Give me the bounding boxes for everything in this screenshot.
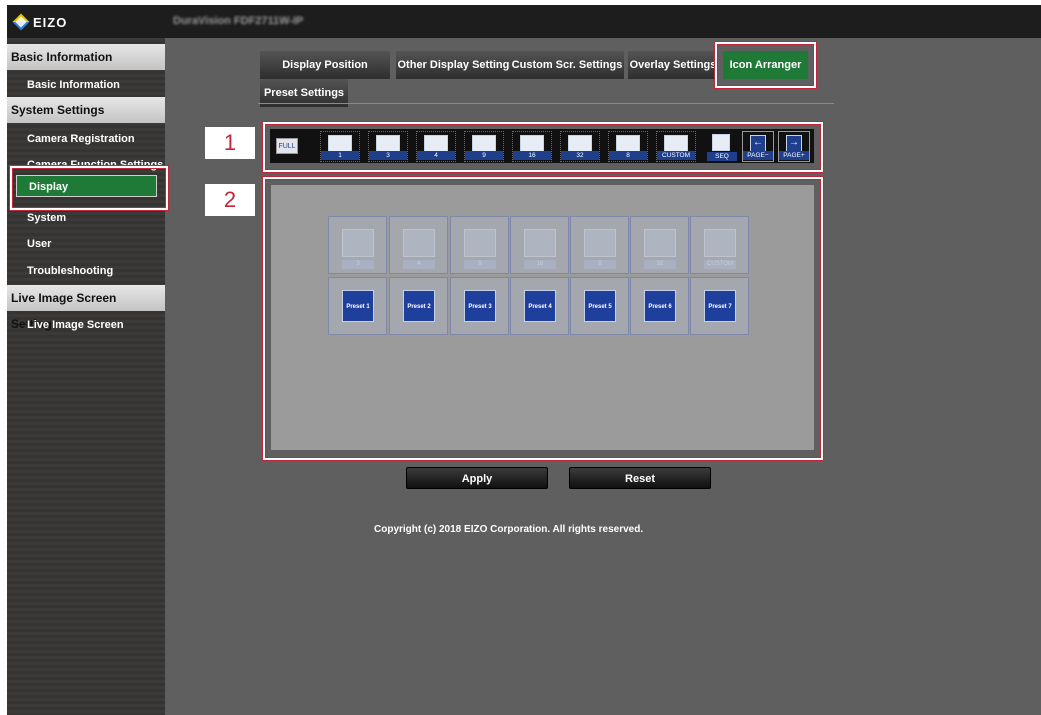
layout-1-icon [328, 135, 352, 152]
top-bar: EIZO DuraVision FDF2711W-IP [7, 5, 1041, 38]
arranger-tile[interactable]: Preset 4 [510, 277, 569, 335]
logo-text: EIZO [33, 14, 68, 30]
eizo-diamond-icon [12, 13, 30, 31]
callout-1: 1 [205, 127, 255, 159]
sidebar-item-basic-information[interactable]: Basic Information [27, 79, 120, 91]
seq-button[interactable]: SEQ [707, 131, 737, 162]
icon-arranger-canvas[interactable]: 3 4 9 16 8 32 CUSTOM Preset 1 Preset 2 P… [271, 185, 814, 450]
layout-8-icon [584, 229, 616, 257]
sidebar: Basic Information Basic Information Syst… [7, 38, 165, 715]
layout-1-button[interactable]: 1 [320, 131, 360, 162]
eizo-logo: EIZO [12, 11, 68, 33]
icon-arranger-highlight-box [717, 44, 814, 86]
preset-5-button[interactable]: Preset 5 [584, 290, 616, 322]
sidebar-item-troubleshooting[interactable]: Troubleshooting [27, 265, 113, 277]
layout-4-button[interactable]: 4 [416, 131, 456, 162]
tab-other-display-settings[interactable]: Other Display Settings [396, 51, 517, 79]
arranger-tile[interactable]: 9 [450, 216, 509, 274]
layout-4-icon [403, 229, 435, 257]
layout-9-button[interactable]: 9 [464, 131, 504, 162]
arranger-tile[interactable]: Preset 3 [450, 277, 509, 335]
arranger-tile[interactable]: 3 [328, 216, 387, 274]
layout-custom-icon [664, 135, 688, 152]
arranger-tile[interactable]: Preset 6 [630, 277, 689, 335]
preset-6-button[interactable]: Preset 6 [644, 290, 676, 322]
tab-custom-scr-settings[interactable]: Custom Scr. Settings [510, 51, 624, 79]
arrow-right-icon: → [786, 135, 802, 152]
layout-16-button[interactable]: 16 [512, 131, 552, 162]
layout-toolbar: FULL 1 3 4 9 16 32 8 CUSTOM SEQ ← PAGE− →… [270, 129, 814, 163]
layout-3-button[interactable]: 3 [368, 131, 408, 162]
layout-9-icon [464, 229, 496, 257]
sidebar-item-user[interactable]: User [27, 238, 51, 250]
sidebar-item-system[interactable]: System [27, 212, 66, 224]
layout-16-icon [524, 229, 556, 257]
preset-3-button[interactable]: Preset 3 [464, 290, 496, 322]
arranger-tile[interactable]: 4 [389, 216, 448, 274]
sidebar-section-live-image-screen-settings: Live Image Screen Settings [7, 285, 165, 331]
preset-2-button[interactable]: Preset 2 [403, 290, 435, 322]
layout-32-icon [568, 135, 592, 152]
reset-button[interactable]: Reset [569, 467, 711, 489]
preset-1-button[interactable]: Preset 1 [342, 290, 374, 322]
tab-overlay-settings[interactable]: Overlay Settings [628, 51, 718, 79]
full-button[interactable]: FULL [276, 138, 298, 154]
tab-display-position-settings[interactable]: Display Position Settings [260, 51, 390, 99]
callout-2: 2 [205, 184, 255, 216]
display-highlight-box [12, 168, 166, 208]
layout-32-icon [644, 229, 676, 257]
arranger-tile[interactable]: Preset 2 [389, 277, 448, 335]
arranger-tile[interactable]: Preset 1 [328, 277, 387, 335]
preset-7-button[interactable]: Preset 7 [704, 290, 736, 322]
layout-3-icon [376, 135, 400, 152]
layout-custom-icon [704, 229, 736, 257]
arranger-tile[interactable]: Preset 5 [570, 277, 629, 335]
arranger-tile[interactable]: 16 [510, 216, 569, 274]
page-minus-button[interactable]: ← PAGE− [742, 131, 774, 162]
layout-16-icon [520, 135, 544, 152]
arrow-left-icon: ← [750, 135, 766, 152]
sidebar-section-system-settings: System Settings [7, 97, 165, 123]
layout-4-icon [424, 135, 448, 152]
layout-3-icon [342, 229, 374, 257]
copyright-text: Copyright (c) 2018 EIZO Corporation. All… [374, 524, 644, 535]
layout-9-icon [472, 135, 496, 152]
layout-8-icon [616, 135, 640, 152]
layout-32-button[interactable]: 32 [560, 131, 600, 162]
sidebar-item-live-image-screen[interactable]: Live Image Screen [27, 319, 124, 331]
seq-icon [712, 134, 730, 151]
model-name: DuraVision FDF2711W-IP [173, 15, 304, 27]
arranger-tile[interactable]: 8 [570, 216, 629, 274]
preset-4-button[interactable]: Preset 4 [524, 290, 556, 322]
tab-divider [258, 103, 834, 104]
layout-custom-button[interactable]: CUSTOM [656, 131, 696, 162]
layout-8-button[interactable]: 8 [608, 131, 648, 162]
sidebar-section-basic-information: Basic Information [7, 44, 165, 70]
apply-button[interactable]: Apply [406, 467, 548, 489]
arranger-tile[interactable]: Preset 7 [690, 277, 749, 335]
sidebar-item-camera-registration[interactable]: Camera Registration [27, 133, 135, 145]
page-plus-button[interactable]: → PAGE+ [778, 131, 810, 162]
arranger-tile[interactable]: 32 [630, 216, 689, 274]
arranger-tile[interactable]: CUSTOM [690, 216, 749, 274]
